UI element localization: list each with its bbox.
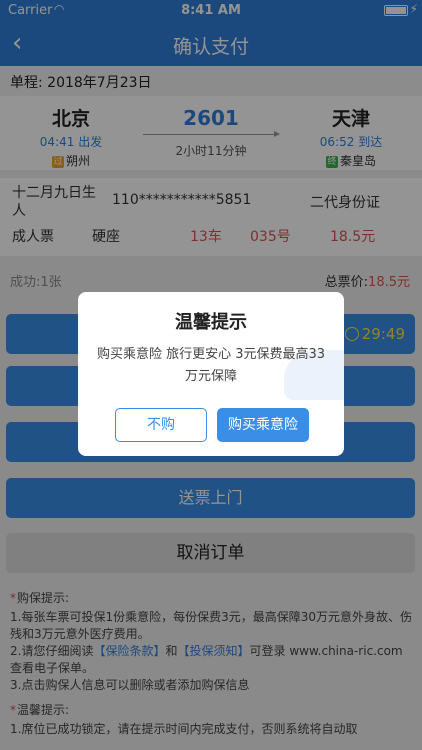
insurance-dialog: 温馨提示 购买乘意险 旅行更安心 3元保费最高33万元保障 不购 购买乘意险: [78, 292, 344, 456]
dialog-title: 温馨提示: [175, 312, 247, 333]
dialog-message: 购买乘意险 旅行更安心 3元保费最高33万元保障: [96, 347, 326, 384]
decline-insurance-button[interactable]: 不购: [115, 408, 207, 442]
buy-insurance-button[interactable]: 购买乘意险: [217, 408, 309, 442]
